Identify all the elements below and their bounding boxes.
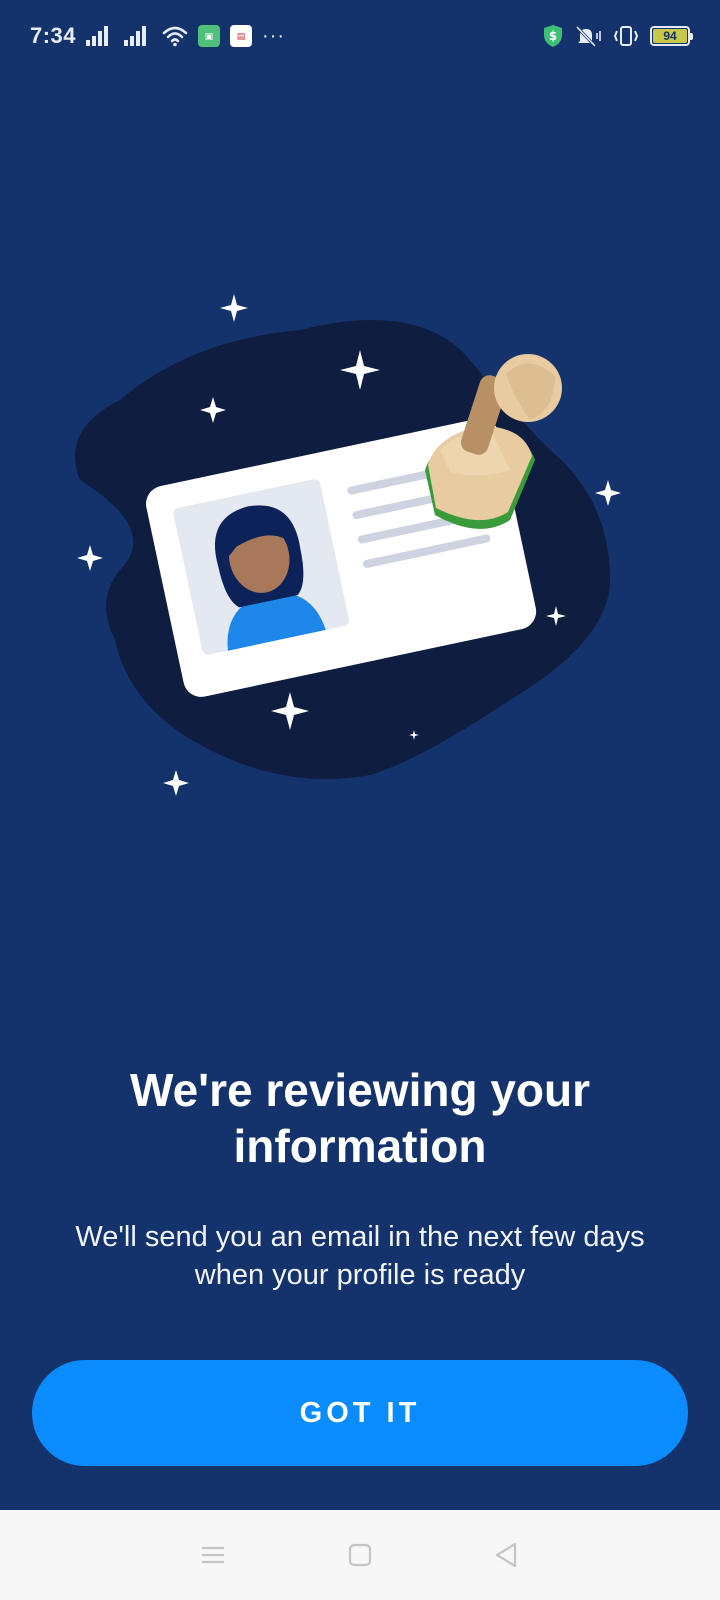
vibrate-icon [612,25,640,47]
sparkle-icon [595,480,621,506]
home-icon[interactable] [336,1531,384,1579]
page-subtitle: We'll send you an email in the next few … [75,1221,645,1291]
status-right-group: $ 94 [542,24,693,48]
review-screen: 7:34 ▣ ▤ ··· $ 94 We're reviewing your i… [0,0,720,1600]
battery-icon: 94 [650,26,693,46]
got-it-button[interactable]: GOT IT [32,1360,688,1466]
hero-illustration [40,280,680,820]
page-title: We're reviewing your information [129,1064,591,1172]
sparkle-icon [163,770,189,796]
sparkle-icon [220,294,248,322]
menu-icon[interactable] [189,1531,237,1579]
battery-level: 94 [653,29,687,43]
app-notification-icon: ▤ [230,25,253,47]
svg-text:$: $ [549,29,557,43]
status-bar: 7:34 ▣ ▤ ··· $ 94 [0,0,720,72]
mute-icon [574,25,602,47]
back-icon[interactable] [483,1531,531,1579]
wifi-icon [162,25,188,47]
signal-icon [124,26,152,46]
signal-icon [86,26,114,46]
status-time: 7:34 [30,23,77,48]
got-it-button-label: GOT IT [299,1396,421,1429]
app-notification-icon: ▣ [198,25,221,47]
shield-dollar-icon: $ [542,24,564,48]
sparkle-icon [77,545,103,571]
system-nav-bar [0,1510,720,1600]
more-icon: ··· [262,24,286,47]
status-left-group: 7:34 ▣ ▤ ··· [30,23,285,49]
